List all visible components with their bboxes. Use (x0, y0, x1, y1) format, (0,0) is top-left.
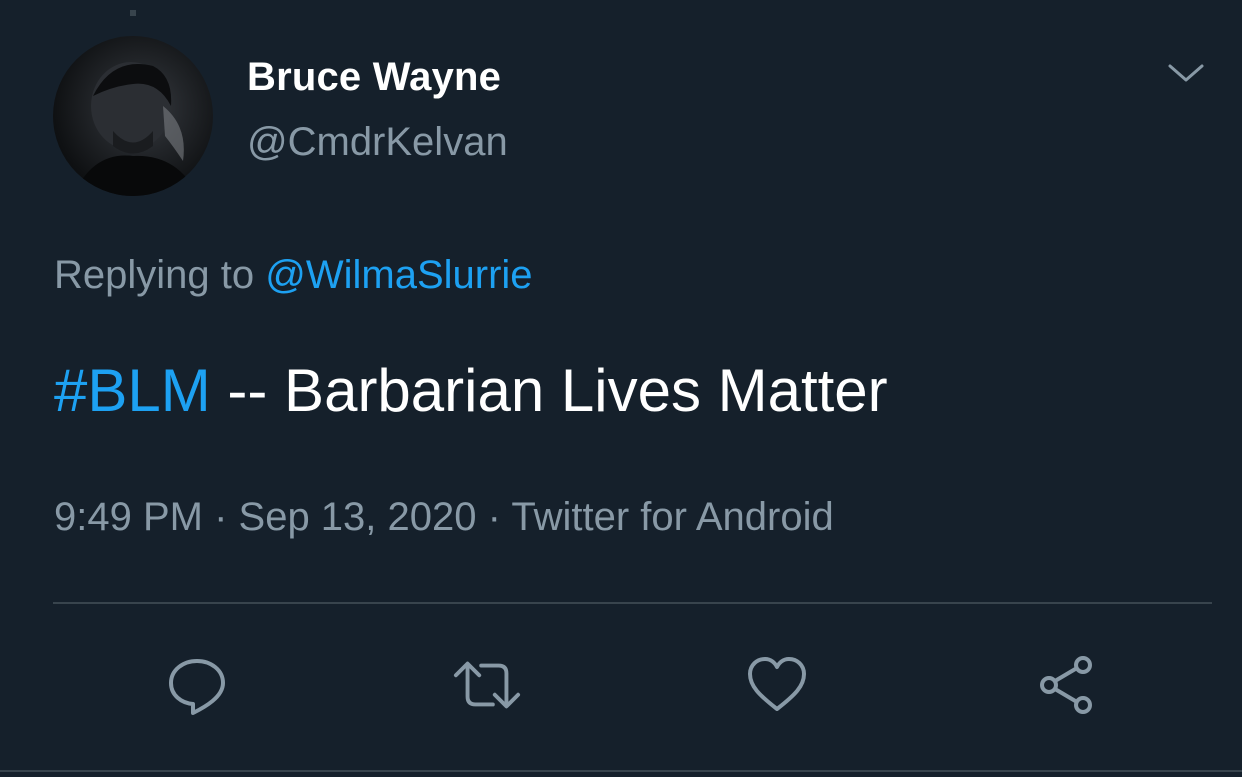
tweet-text: #BLM -- Barbarian Lives Matter (54, 356, 888, 425)
retweet-button[interactable] (452, 650, 522, 720)
comment-icon (169, 659, 225, 715)
avatar[interactable] (53, 36, 213, 196)
display-name[interactable]: Bruce Wayne (247, 55, 501, 100)
tweet-meta: 9:49 PM · Sep 13, 2020 · Twitter for And… (54, 495, 834, 540)
hashtag-link[interactable]: #BLM (54, 357, 211, 424)
tweet-body: -- Barbarian Lives Matter (210, 357, 888, 424)
top-indicator-dot (130, 10, 136, 16)
divider (53, 602, 1212, 604)
tweet-source[interactable]: Twitter for Android (511, 495, 833, 539)
tweet-date[interactable]: Sep 13, 2020 (239, 495, 477, 539)
chevron-down-icon[interactable] (1166, 58, 1206, 88)
replying-to-line: Replying to @WilmaSlurrie (54, 253, 533, 298)
meta-separator: · (476, 495, 512, 539)
replying-to-label: Replying to (54, 253, 255, 297)
retweet-icon (453, 661, 521, 709)
user-handle[interactable]: @CmdrKelvan (247, 120, 508, 165)
divider (0, 770, 1242, 772)
like-button[interactable] (742, 650, 812, 720)
share-icon (1040, 656, 1092, 714)
meta-separator: · (202, 495, 239, 539)
heart-icon (748, 657, 806, 711)
reply-mention-link[interactable]: @WilmaSlurrie (265, 253, 532, 297)
tweet-time[interactable]: 9:49 PM (54, 495, 203, 539)
tweet-card: Bruce Wayne @CmdrKelvan Replying to @Wil… (0, 0, 1242, 777)
reply-button[interactable] (162, 650, 232, 720)
share-button[interactable] (1032, 650, 1102, 720)
